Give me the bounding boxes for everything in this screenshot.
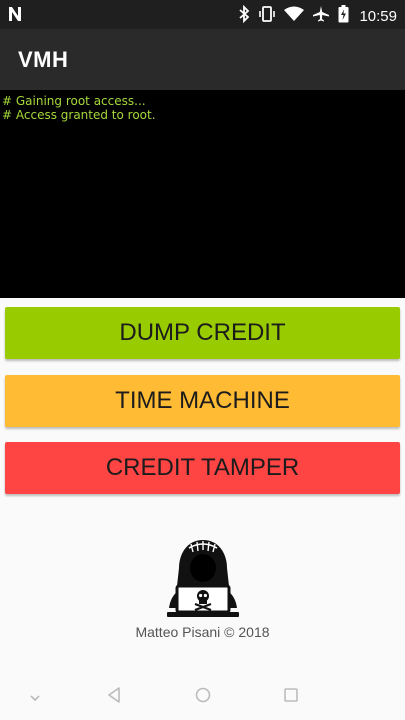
battery-icon [338,5,349,28]
back-icon[interactable] [106,686,122,709]
credit-tamper-button[interactable]: CREDIT TAMPER [5,442,400,494]
time-machine-button[interactable]: TIME MACHINE [5,375,400,427]
status-clock: 10:59 [359,8,397,25]
hacker-icon [163,538,243,625]
home-icon[interactable] [194,686,212,709]
wifi-icon [284,6,305,27]
recents-icon[interactable] [283,686,299,709]
console-output: # Gaining root access... # Access grante… [0,90,405,298]
copyright-text: Matteo Pisani © 2018 [135,624,270,640]
status-bar: 10:59 [0,0,405,29]
navigation-bar [0,672,405,720]
notification-n-icon [8,6,22,27]
bluetooth-icon [238,4,250,28]
app-title: VMH [18,47,69,72]
app-bar: VMH [0,29,405,90]
console-line: # Gaining root access... [2,94,146,108]
airplane-icon [312,5,330,28]
vibrate-icon [258,5,276,28]
keyboard-hide-icon[interactable] [28,690,42,708]
dump-credit-button[interactable]: DUMP CREDIT [5,307,400,359]
console-line: # Access granted to root. [2,108,156,122]
